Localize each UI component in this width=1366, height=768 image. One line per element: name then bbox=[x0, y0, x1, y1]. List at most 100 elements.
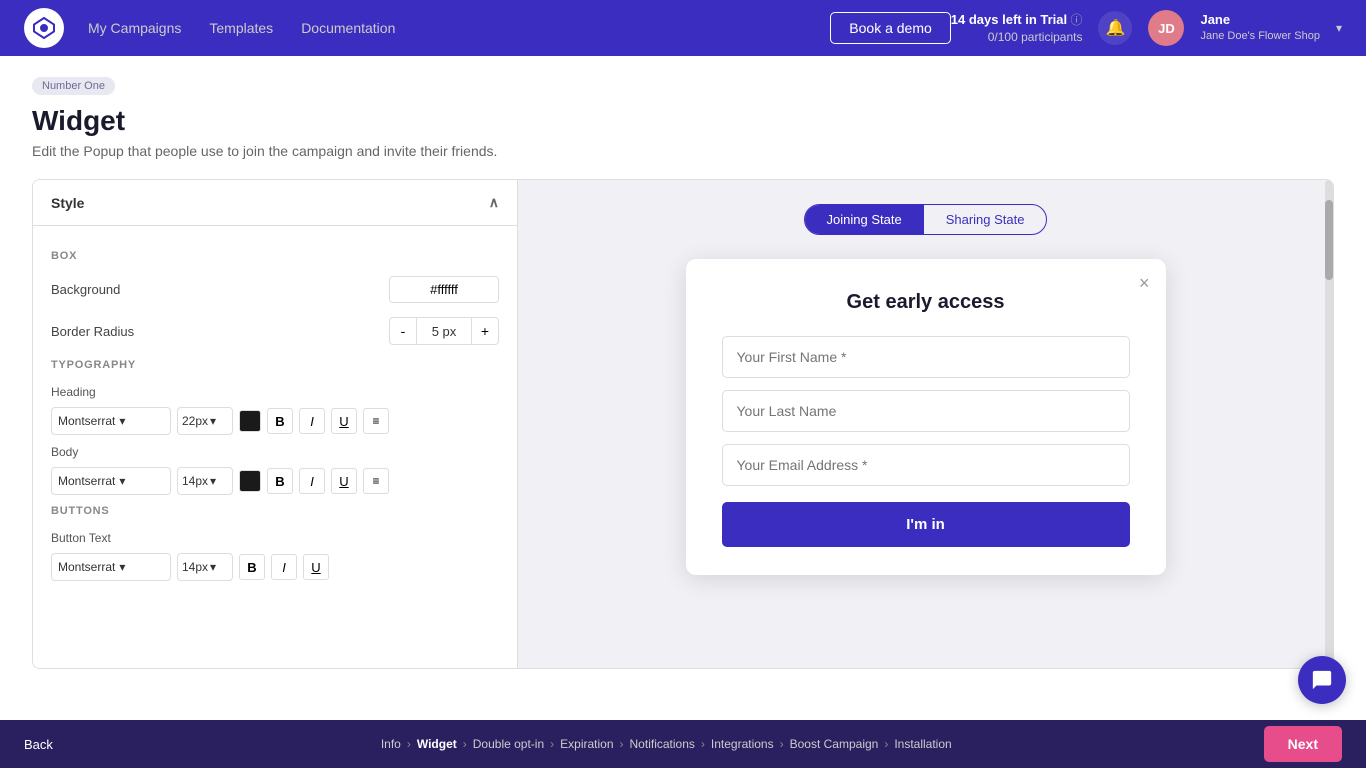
breadcrumb-nav: Info › Widget › Double opt-in › Expirati… bbox=[69, 737, 1264, 751]
back-button[interactable]: Back bbox=[24, 737, 53, 752]
button-italic-button[interactable]: I bbox=[271, 554, 297, 580]
breadcrumb-info[interactable]: Info bbox=[381, 737, 401, 751]
background-label: Background bbox=[51, 282, 120, 297]
next-button[interactable]: Next bbox=[1264, 726, 1342, 762]
first-name-input[interactable] bbox=[722, 336, 1130, 378]
nav-documentation[interactable]: Documentation bbox=[301, 20, 395, 36]
bc-sep-0: › bbox=[407, 737, 411, 751]
body-color-swatch[interactable] bbox=[239, 470, 261, 492]
last-name-input[interactable] bbox=[722, 390, 1130, 432]
body-underline-button[interactable]: U bbox=[331, 468, 357, 494]
button-bold-button[interactable]: B bbox=[239, 554, 265, 580]
trial-days: 14 days left in Trial bbox=[951, 12, 1067, 27]
border-radius-minus-button[interactable]: - bbox=[389, 317, 417, 345]
breadcrumb-expiration[interactable]: Expiration bbox=[560, 737, 613, 751]
breadcrumb-installation[interactable]: Installation bbox=[894, 737, 951, 751]
body-font-chevron: ▾ bbox=[119, 474, 125, 488]
body-font-select[interactable]: Montserrat ▾ bbox=[51, 467, 171, 495]
button-font-value: Montserrat bbox=[58, 560, 115, 574]
breadcrumb-integrations[interactable]: Integrations bbox=[711, 737, 774, 751]
bc-sep-2: › bbox=[550, 737, 554, 751]
widget-close-button[interactable]: × bbox=[1139, 273, 1150, 294]
book-demo-button[interactable]: Book a demo bbox=[830, 12, 951, 44]
background-row: Background bbox=[51, 276, 499, 303]
bc-sep-5: › bbox=[780, 737, 784, 751]
heading-sublabel: Heading bbox=[51, 385, 499, 399]
heading-font-row: Montserrat ▾ 22px ▾ B I U ≡ bbox=[51, 407, 499, 435]
heading-italic-button[interactable]: I bbox=[299, 408, 325, 434]
editor-area: Style ∧ BOX Background Border Radius - 5… bbox=[32, 179, 1334, 669]
button-underline-button[interactable]: U bbox=[303, 554, 329, 580]
bc-sep-3: › bbox=[620, 737, 624, 751]
widget-title: Get early access bbox=[722, 291, 1130, 314]
button-size-select[interactable]: 14px ▾ bbox=[177, 553, 233, 581]
heading-bold-button[interactable]: B bbox=[267, 408, 293, 434]
body-italic-button[interactable]: I bbox=[299, 468, 325, 494]
navbar-right: 14 days left in Trial ⓘ 0/100 participan… bbox=[951, 10, 1342, 46]
email-input[interactable] bbox=[722, 444, 1130, 486]
border-radius-plus-button[interactable]: + bbox=[471, 317, 499, 345]
body-sublabel: Body bbox=[51, 445, 499, 459]
trial-info: 14 days left in Trial ⓘ 0/100 participan… bbox=[951, 11, 1083, 46]
user-name: Jane bbox=[1200, 11, 1320, 29]
user-info: Jane Jane Doe's Flower Shop bbox=[1200, 11, 1320, 45]
user-shop: Jane Doe's Flower Shop bbox=[1200, 29, 1320, 44]
app-logo[interactable] bbox=[24, 8, 64, 48]
navbar: My Campaigns Templates Documentation Boo… bbox=[0, 0, 1366, 56]
border-radius-label: Border Radius bbox=[51, 324, 134, 339]
joining-state-tab[interactable]: Joining State bbox=[805, 205, 924, 234]
body-align-button[interactable]: ≡ bbox=[363, 468, 389, 494]
body-font-value: Montserrat bbox=[58, 474, 115, 488]
panel-body: BOX Background Border Radius - 5 px + TY… bbox=[33, 226, 517, 607]
collapse-icon[interactable]: ∧ bbox=[489, 194, 499, 211]
breadcrumb-notifications[interactable]: Notifications bbox=[630, 737, 695, 751]
nav-campaigns[interactable]: My Campaigns bbox=[88, 20, 181, 36]
trial-participants: 0/100 participants bbox=[951, 29, 1083, 46]
scroll-thumb bbox=[1325, 200, 1333, 280]
heading-font-select[interactable]: Montserrat ▾ bbox=[51, 407, 171, 435]
nav-templates[interactable]: Templates bbox=[209, 20, 273, 36]
body-font-row: Montserrat ▾ 14px ▾ B I U ≡ bbox=[51, 467, 499, 495]
chat-bubble-button[interactable] bbox=[1298, 656, 1346, 704]
heading-font-value: Montserrat bbox=[58, 414, 115, 428]
heading-underline-button[interactable]: U bbox=[331, 408, 357, 434]
heading-color-swatch[interactable] bbox=[239, 410, 261, 432]
widget-submit-button[interactable]: I'm in bbox=[722, 502, 1130, 547]
body-size-value: 14px bbox=[182, 474, 208, 488]
page-description: Edit the Popup that people use to join t… bbox=[32, 143, 1334, 159]
panel-title: Style bbox=[51, 195, 84, 211]
border-radius-row: Border Radius - 5 px + bbox=[51, 317, 499, 345]
nav-links: My Campaigns Templates Documentation bbox=[88, 20, 830, 36]
box-section-label: BOX bbox=[51, 250, 499, 262]
heading-size-select[interactable]: 22px ▾ bbox=[177, 407, 233, 435]
sharing-state-tab[interactable]: Sharing State bbox=[924, 205, 1047, 234]
bc-sep-6: › bbox=[884, 737, 888, 751]
main-content: Number One Widget Edit the Popup that pe… bbox=[0, 56, 1366, 720]
background-color-input[interactable] bbox=[389, 276, 499, 303]
preview-scrollbar bbox=[1325, 180, 1333, 668]
button-text-sublabel: Button Text bbox=[51, 531, 499, 545]
body-bold-button[interactable]: B bbox=[267, 468, 293, 494]
breadcrumb-boost-campaign[interactable]: Boost Campaign bbox=[790, 737, 879, 751]
body-size-select[interactable]: 14px ▾ bbox=[177, 467, 233, 495]
widget-preview-card: × Get early access I'm in bbox=[686, 259, 1166, 575]
user-menu-chevron[interactable]: ▾ bbox=[1336, 21, 1342, 35]
heading-font-chevron: ▾ bbox=[119, 414, 125, 428]
heading-align-button[interactable]: ≡ bbox=[363, 408, 389, 434]
breadcrumb-widget[interactable]: Widget bbox=[417, 737, 457, 751]
button-font-select[interactable]: Montserrat ▾ bbox=[51, 553, 171, 581]
border-radius-value: 5 px bbox=[417, 317, 471, 345]
border-radius-controls: - 5 px + bbox=[389, 317, 499, 345]
avatar: JD bbox=[1148, 10, 1184, 46]
notifications-icon[interactable]: 🔔 bbox=[1098, 11, 1132, 45]
heading-size-chevron: ▾ bbox=[210, 414, 216, 428]
breadcrumb-double-optin[interactable]: Double opt-in bbox=[473, 737, 544, 751]
button-font-row: Montserrat ▾ 14px ▾ B I U bbox=[51, 553, 499, 581]
bc-sep-1: › bbox=[463, 737, 467, 751]
panel-header: Style ∧ bbox=[33, 180, 517, 226]
state-tabs: Joining State Sharing State bbox=[804, 204, 1048, 235]
typography-section-label: TYPOGRAPHY bbox=[51, 359, 499, 371]
breadcrumb-badge: Number One bbox=[32, 77, 115, 95]
button-font-chevron: ▾ bbox=[119, 560, 125, 574]
bc-sep-4: › bbox=[701, 737, 705, 751]
